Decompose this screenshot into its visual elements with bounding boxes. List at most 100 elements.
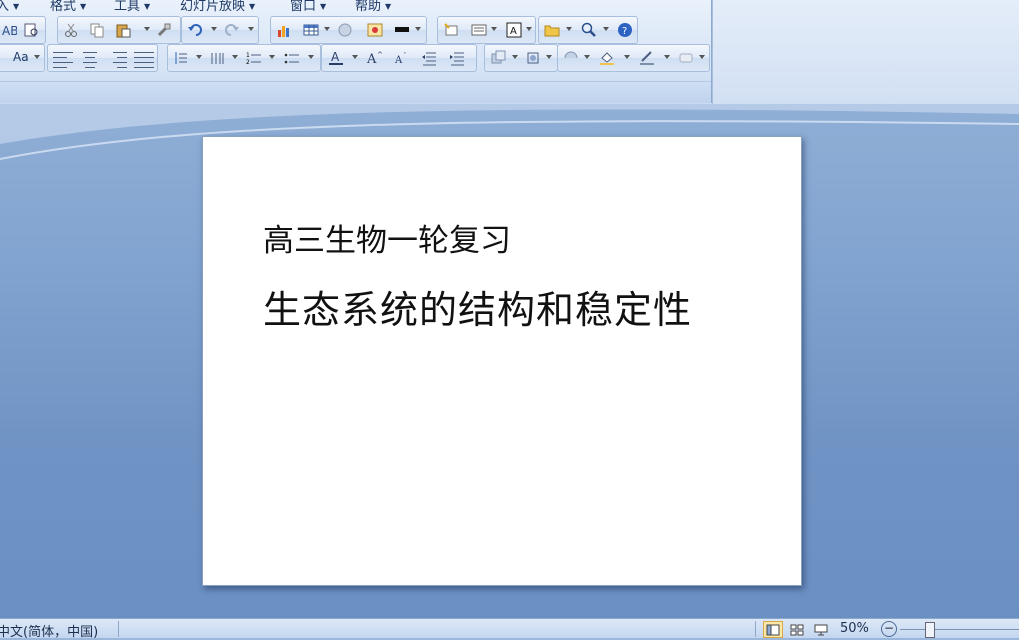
new-slide-icon[interactable] — [441, 20, 461, 40]
slide-layout-dropdown-icon[interactable] — [491, 27, 497, 31]
toolbar-group-file: ABC — [0, 16, 46, 44]
slideshow-view-button[interactable] — [811, 621, 831, 638]
language-indicator[interactable]: 中文(简体，中国) — [0, 621, 98, 640]
zoom-level[interactable]: 50% — [840, 621, 869, 636]
formatting-toolbar: Aa 12 A A ^ A ˇ — [0, 44, 711, 72]
slideshow-icon — [814, 624, 828, 635]
fill-color-icon[interactable] — [597, 48, 617, 68]
menu-format[interactable]: 格式 ▼ — [50, 0, 86, 14]
copy-icon[interactable] — [87, 20, 107, 40]
shapes-icon[interactable] — [523, 48, 543, 68]
toolbar-group-arrange — [484, 44, 558, 72]
line-color-dropdown-icon[interactable] — [664, 55, 670, 59]
svg-text:ˇ: ˇ — [403, 52, 407, 60]
change-case-dropdown-icon[interactable] — [34, 55, 40, 59]
slide-layout-icon[interactable] — [469, 20, 489, 40]
toolbar-group-slide: A — [437, 16, 536, 44]
spelling-icon[interactable]: ABC — [0, 20, 19, 40]
normal-view-button[interactable] — [763, 621, 783, 638]
zoom-out-button[interactable]: − — [881, 621, 897, 637]
change-case-button[interactable]: Aa — [13, 50, 29, 64]
undo-icon[interactable] — [185, 20, 205, 40]
toolbar-group-paragraph: 12 — [167, 44, 321, 72]
align-left-icon[interactable] — [51, 48, 75, 72]
standard-toolbar: ABC — [0, 16, 711, 44]
open-folder-icon[interactable] — [542, 20, 562, 40]
text-box-icon[interactable]: A — [504, 20, 524, 40]
decrease-indent-icon[interactable] — [419, 48, 439, 68]
zoom-slider-thumb[interactable] — [925, 622, 935, 638]
line-color-icon[interactable] — [637, 48, 657, 68]
numbering-icon[interactable]: 12 — [244, 48, 264, 68]
research-icon[interactable] — [21, 20, 41, 40]
toolbar-group-insert — [270, 16, 427, 44]
zoom-icon[interactable] — [579, 20, 599, 40]
slide-sorter-view-button[interactable] — [787, 621, 807, 638]
slide-title[interactable]: 生态系统的结构和稳定性 — [263, 279, 692, 334]
arrange-dropdown-icon[interactable] — [512, 55, 518, 59]
help-icon[interactable]: ? — [615, 20, 635, 40]
quick-styles-icon[interactable] — [561, 48, 581, 68]
menu-bar: 入 ▼ 格式 ▼ 工具 ▼ 幻灯片放映 ▼ 窗口 ▼ 帮助 ▼ — [0, 0, 711, 14]
table-dropdown-icon[interactable] — [324, 27, 330, 31]
chart-icon[interactable] — [274, 20, 294, 40]
bullets-icon[interactable] — [282, 48, 302, 68]
shape-effects-dropdown-icon[interactable] — [699, 55, 705, 59]
paste-icon[interactable] — [113, 20, 133, 40]
menu-insert[interactable]: 入 ▼ — [0, 0, 19, 14]
arrange-icon[interactable] — [489, 48, 509, 68]
toolbar-panel: 入▼ 格式▼ 工具▼ 幻灯片放映▼ 窗口▼ 帮助▼ ABC — [0, 0, 712, 103]
hyperlink-icon[interactable] — [335, 20, 355, 40]
cut-icon[interactable] — [61, 20, 81, 40]
svg-text:?: ? — [622, 26, 627, 37]
grow-font-icon[interactable]: A ^ — [364, 48, 384, 68]
align-center-icon[interactable] — [78, 48, 102, 72]
numbering-dropdown-icon[interactable] — [269, 55, 275, 59]
ribbon: 入▼ 格式▼ 工具▼ 幻灯片放映▼ 窗口▼ 帮助▼ ABC — [0, 0, 1019, 104]
slide-subtitle[interactable]: 高三生物一轮复习 — [263, 215, 511, 260]
toolbar-group-alignment — [47, 44, 158, 72]
ribbon-empty-area — [712, 0, 1019, 104]
align-right-icon[interactable] — [105, 48, 129, 72]
menu-slideshow[interactable]: 幻灯片放映 ▼ — [180, 0, 255, 14]
menu-tools[interactable]: 工具 ▼ — [114, 0, 150, 14]
menu-window[interactable]: 窗口 ▼ — [290, 0, 326, 14]
font-color-icon[interactable]: A — [326, 48, 346, 68]
line-spacing-dropdown-icon[interactable] — [196, 55, 202, 59]
slide-canvas[interactable]: 高三生物一轮复习 生态系统的结构和稳定性 — [202, 136, 802, 586]
menu-help[interactable]: 帮助 ▼ — [355, 0, 391, 14]
format-painter-icon[interactable] — [154, 20, 174, 40]
toolbar-group-view: ? — [538, 16, 638, 44]
zoom-slider-track[interactable] — [900, 629, 1019, 630]
font-color-dropdown-icon[interactable] — [352, 55, 358, 59]
columns-dropdown-icon[interactable] — [232, 55, 238, 59]
fill-color-dropdown-icon[interactable] — [624, 55, 630, 59]
table-icon[interactable] — [301, 20, 321, 40]
columns-icon[interactable] — [207, 48, 227, 68]
ribbon-footer — [0, 81, 711, 103]
redo-dropdown-icon[interactable] — [248, 27, 254, 31]
status-bar: 中文(简体，中国) 50% − — [0, 618, 1019, 640]
slide-sorter-icon — [790, 624, 804, 635]
paste-dropdown-icon[interactable] — [144, 27, 150, 31]
justify-icon[interactable] — [132, 48, 156, 72]
quick-styles-dropdown-icon[interactable] — [584, 55, 590, 59]
undo-dropdown-icon[interactable] — [211, 27, 217, 31]
status-separator — [118, 621, 119, 637]
toolbar-group-font: A A ^ Aˇ — [321, 44, 477, 72]
redo-icon[interactable] — [222, 20, 242, 40]
svg-text:2: 2 — [246, 59, 250, 66]
bullets-dropdown-icon[interactable] — [308, 55, 314, 59]
line-style-icon[interactable] — [392, 20, 412, 40]
shrink-font-icon[interactable]: Aˇ — [390, 48, 410, 68]
shape-effects-icon[interactable] — [676, 48, 696, 68]
increase-indent-icon[interactable] — [447, 48, 467, 68]
svg-text:ABC: ABC — [2, 24, 17, 38]
line-spacing-icon[interactable] — [171, 48, 191, 68]
text-box-dropdown-icon[interactable] — [526, 27, 532, 31]
zoom-dropdown-icon[interactable] — [603, 27, 609, 31]
shapes-dropdown-icon[interactable] — [546, 55, 552, 59]
line-style-dropdown-icon[interactable] — [415, 27, 421, 31]
folder-dropdown-icon[interactable] — [566, 27, 572, 31]
insert-picture-icon[interactable] — [365, 20, 385, 40]
